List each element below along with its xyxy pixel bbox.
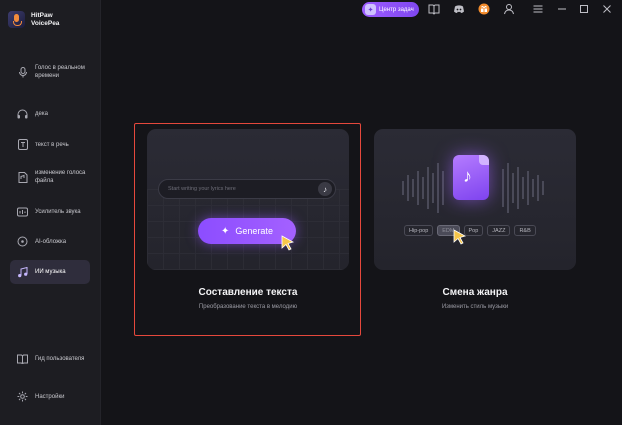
sidebar-item-label: ИИ музыка	[35, 269, 66, 275]
cursor-pointer-icon	[453, 229, 467, 245]
sidebar-item-label: изменение голоса файла	[35, 170, 86, 184]
lyrics-card[interactable]: Start writing your lyrics here ♪ ✦ Gener…	[147, 129, 349, 270]
genre-card-title: Смена жанра	[442, 287, 508, 298]
genre-tag-hip-pop[interactable]: Hip-pop	[404, 225, 434, 236]
sidebar-item-settings[interactable]: Настройки	[10, 391, 90, 402]
sidebar: HitPaw VoicePea Голос в реальном времени…	[0, 0, 101, 425]
sidebar-item-ai-cover[interactable]: AI-обложка	[10, 236, 90, 247]
user-icon[interactable]	[503, 3, 515, 15]
app-name-line2: VoicePea	[31, 19, 60, 27]
app-brand: HitPaw VoicePea	[8, 11, 59, 28]
app-logo-icon	[8, 11, 25, 28]
text-to-speech-icon	[17, 139, 28, 150]
sidebar-item-label: текст в речь	[35, 141, 69, 148]
gear-icon	[17, 391, 28, 402]
genre-tag-list: Hip-pop EDM Pop JAZZ R&B	[404, 225, 536, 236]
sidebar-item-text-to-speech[interactable]: текст в речь	[10, 139, 90, 150]
sidebar-item-deck[interactable]: дека	[10, 108, 90, 119]
generate-label: Generate	[235, 226, 273, 236]
sidebar-item-realtime-voice[interactable]: Голос в реальном времени	[10, 64, 90, 80]
discord-icon[interactable]	[453, 3, 465, 15]
lyrics-input-placeholder: Start writing your lyrics here	[168, 186, 236, 192]
microphone-icon	[17, 66, 28, 78]
sparkle-icon: ✦	[221, 225, 230, 237]
music-file-icon: ♪	[453, 155, 489, 200]
app-name-line1: HitPaw	[31, 11, 53, 19]
sidebar-item-user-guide[interactable]: Гид пользователя	[10, 353, 90, 364]
volume-boost-icon	[17, 206, 28, 217]
file-audio-icon	[17, 171, 28, 183]
gift-icon[interactable]	[478, 3, 490, 15]
task-center-icon: ✦	[365, 4, 376, 15]
sidebar-item-label: Усилитель звука	[35, 208, 81, 215]
sidebar-item-label: дека	[35, 110, 48, 117]
minimize-icon[interactable]	[556, 3, 568, 15]
genre-card-subtitle: Изменить стиль музыки	[441, 304, 509, 310]
lyrics-card-subtitle: Преобразование текста в мелодию	[198, 304, 298, 310]
sidebar-item-sound-booster[interactable]: Усилитель звука	[10, 206, 90, 217]
guide-icon	[17, 353, 28, 364]
sidebar-item-label: Голос в реальном времени	[35, 65, 85, 79]
genre-tag-jazz[interactable]: JAZZ	[487, 225, 511, 236]
sidebar-item-file-voice-change[interactable]: изменение голоса файла	[10, 169, 90, 185]
ai-music-icon	[17, 266, 28, 278]
close-icon[interactable]	[601, 3, 613, 15]
headphones-icon	[17, 108, 28, 119]
lyrics-input[interactable]: Start writing your lyrics here ♪	[158, 179, 336, 199]
sidebar-item-label: AI-обложка	[35, 238, 67, 245]
sidebar-item-label: Настройки	[35, 393, 65, 400]
sidebar-item-label: Гид пользователя	[35, 355, 85, 362]
genre-card[interactable]: ♪ Hip-pop EDM Pop JAZZ R&B	[374, 129, 576, 270]
music-note-icon[interactable]: ♪	[318, 182, 332, 196]
maximize-icon[interactable]	[578, 3, 590, 15]
cursor-pointer-icon	[281, 235, 295, 251]
lyrics-card-title: Составление текста	[198, 287, 298, 298]
menu-icon[interactable]	[532, 3, 544, 15]
book-icon[interactable]	[428, 3, 440, 15]
task-center-button[interactable]: ✦ Центр задач	[362, 2, 419, 17]
genre-tag-rnb[interactable]: R&B	[514, 225, 536, 236]
sidebar-item-ai-music[interactable]: ИИ музыка	[10, 260, 90, 284]
ai-cover-icon	[17, 236, 28, 247]
task-center-label: Центр задач	[379, 6, 414, 13]
